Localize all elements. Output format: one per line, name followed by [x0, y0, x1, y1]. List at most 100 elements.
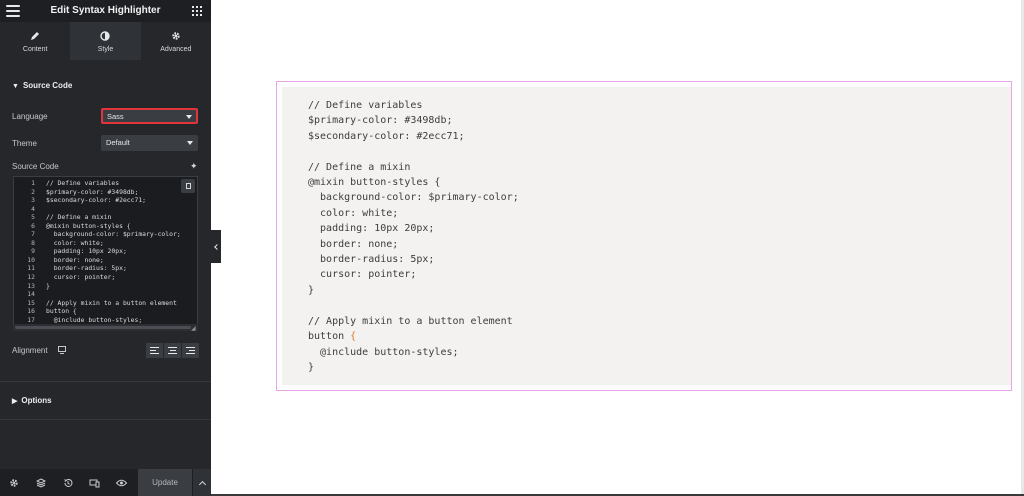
preview-code-line: [308, 298, 519, 313]
line-number: 16: [27, 307, 35, 316]
preview-code-line: [308, 144, 519, 159]
align-center-icon: [168, 346, 177, 356]
layers-icon[interactable]: [27, 469, 54, 496]
code-line: cursor: pointer;: [46, 273, 116, 282]
half-circle-icon: [100, 29, 111, 43]
preview-code-line: // Apply mixin to a button element: [308, 315, 513, 327]
panel-tabs: Content Style Advanced: [0, 22, 211, 60]
code-line: padding: 10px 20px;: [46, 247, 127, 256]
tab-style[interactable]: Style: [70, 22, 141, 60]
align-left-button[interactable]: [146, 343, 163, 358]
app-root: Edit Syntax Highlighter Content Style Ad…: [0, 0, 1024, 496]
code-preview-block: // Define variables $primary-color: #3498…: [282, 87, 1011, 385]
resize-grip-icon[interactable]: ◢: [191, 325, 196, 332]
code-line: color: white;: [46, 238, 104, 247]
line-number: 17: [27, 315, 35, 324]
alignment-label: Alignment: [12, 346, 48, 355]
alignment-control: [146, 343, 199, 358]
line-number: 6: [31, 221, 35, 230]
code-line: @mixin button-styles {: [46, 221, 131, 230]
language-label: Language: [12, 112, 48, 121]
line-number: 7: [31, 230, 35, 239]
line-number: 3: [31, 196, 35, 205]
preview-code-line: }: [308, 284, 315, 296]
chevron-left-icon: [214, 243, 220, 250]
horizontal-scrollbar[interactable]: [13, 324, 198, 331]
collapse-panel-handle[interactable]: [211, 230, 221, 263]
preview-code-line: cursor: pointer;: [308, 269, 417, 281]
preview-code-line: color: white;: [308, 207, 399, 219]
theme-select[interactable]: Default: [101, 135, 198, 151]
caret-down-icon: ▼: [12, 83, 19, 90]
preview-code-line: border-radius: 5px;: [308, 254, 435, 266]
eye-preview-icon[interactable]: [108, 469, 135, 496]
language-select[interactable]: Sass: [101, 108, 198, 124]
line-number-gutter: 123456789101112131415161718: [14, 179, 38, 330]
line-number: 12: [27, 273, 35, 282]
code-line: $primary-color: #3498db;: [46, 187, 139, 196]
source-code-label: Source Code: [12, 162, 59, 171]
preview-code-line: padding: 10px 20px;: [308, 223, 435, 235]
panel-title: Edit Syntax Highlighter: [50, 5, 161, 16]
source-code-editor[interactable]: 123456789101112131415161718 // Define va…: [13, 176, 198, 331]
theme-label: Theme: [12, 139, 37, 148]
tab-advanced[interactable]: Advanced: [140, 22, 211, 60]
align-center-button[interactable]: [164, 343, 181, 358]
preview-code-line: // Define a mixin: [308, 161, 411, 173]
update-button[interactable]: Update: [138, 469, 192, 496]
divider: [0, 381, 211, 382]
code-line: }: [46, 281, 50, 290]
section-title: Source Code: [22, 81, 73, 90]
scrollbar-thumb[interactable]: [15, 326, 191, 329]
preview-code-line: }: [308, 361, 315, 373]
code-line: background-color: $primary-color;: [46, 230, 181, 239]
pencil-icon: [30, 29, 40, 43]
line-number: 15: [27, 298, 35, 307]
options-section-toggle[interactable]: ▶ Options: [12, 396, 52, 405]
history-icon[interactable]: [54, 469, 81, 496]
preview-code-line: // Define variables: [308, 100, 423, 111]
align-right-button[interactable]: [182, 343, 199, 358]
preview-code-line: background-color: $primary-color;: [308, 192, 519, 204]
preview-code-line: button {: [308, 331, 357, 343]
code-line: border-radius: 5px;: [46, 264, 127, 273]
line-number: 10: [27, 255, 35, 264]
preview-code-line: $secondary-color: #2ecc71;: [308, 130, 465, 142]
line-number: 4: [31, 204, 35, 213]
caret-right-icon: ▶: [12, 398, 18, 405]
align-right-icon: [186, 346, 195, 356]
divider: [0, 419, 211, 420]
gear-icon: [171, 29, 181, 43]
copy-icon[interactable]: [181, 179, 195, 193]
preview-code-line: border: none;: [308, 238, 399, 250]
line-number: 1: [31, 179, 35, 187]
line-number: 5: [31, 213, 35, 222]
code-line: button {: [46, 307, 77, 316]
preview-code-text: // Define variables $primary-color: #3498…: [308, 98, 519, 375]
preview-code-line: @mixin button-styles {: [308, 177, 441, 189]
chevron-down-icon: [186, 115, 192, 119]
code-line: // Apply mixin to a button element: [46, 298, 177, 307]
preview-code-line: @include button-styles;: [308, 346, 459, 358]
settings-gear-icon[interactable]: [0, 469, 27, 496]
line-number: 9: [31, 247, 35, 256]
line-number: 11: [27, 264, 35, 273]
align-left-icon: [150, 346, 159, 356]
tab-style-label: Style: [97, 46, 114, 53]
ai-sparkle-icon[interactable]: ✦: [190, 161, 198, 172]
apps-grid-icon[interactable]: [192, 6, 202, 16]
source-code-section-toggle[interactable]: ▼ Source Code: [12, 81, 72, 90]
line-number: 14: [27, 290, 35, 299]
code-text[interactable]: // Define variables $primary-color: #3498…: [46, 179, 181, 330]
desktop-monitor-icon[interactable]: [58, 346, 66, 355]
chevron-up-icon[interactable]: [193, 469, 211, 496]
tab-content[interactable]: Content: [0, 22, 71, 60]
code-line: @include button-styles;: [46, 315, 143, 324]
code-line: border: none;: [46, 255, 104, 264]
tab-advanced-label: Advanced: [160, 46, 192, 53]
line-number: 2: [31, 187, 35, 196]
responsive-mode-icon[interactable]: [81, 469, 108, 496]
editor-panel: Edit Syntax Highlighter Content Style Ad…: [0, 0, 211, 496]
